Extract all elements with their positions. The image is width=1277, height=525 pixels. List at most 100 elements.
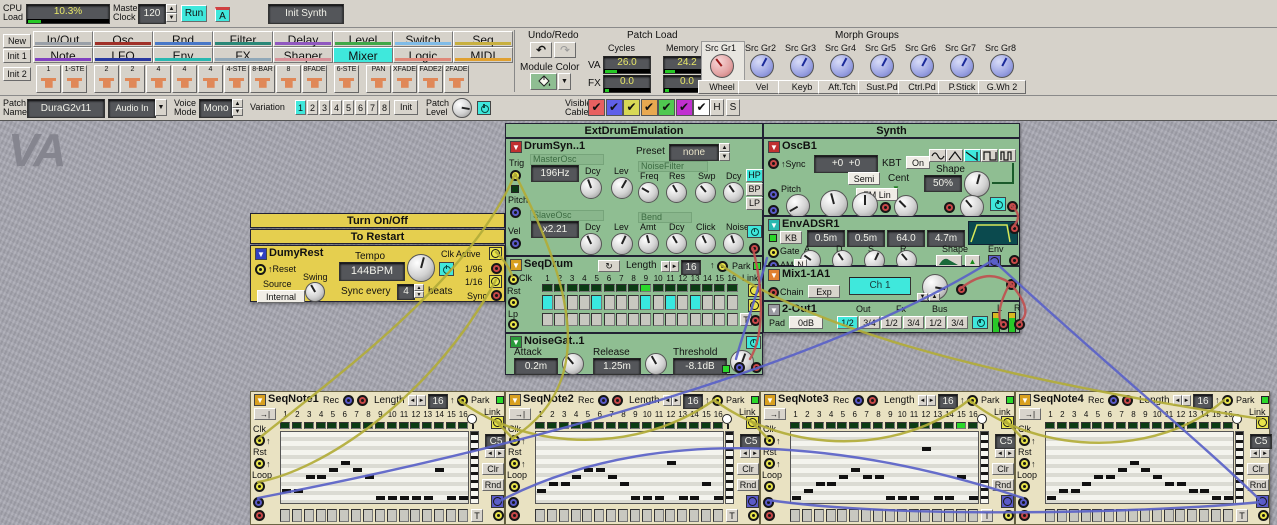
channel-display[interactable]: Ch 1 [849, 277, 911, 295]
note-step[interactable] [679, 496, 688, 500]
variation-3[interactable]: 3 [319, 100, 330, 115]
note-step[interactable] [1177, 482, 1186, 486]
tab-midi[interactable]: MIDI [453, 47, 513, 63]
tab-note[interactable]: Note [33, 47, 93, 63]
module-menu-icon[interactable]: ▼ [510, 259, 522, 271]
note-step[interactable] [1130, 461, 1139, 465]
module-menu-icon[interactable]: ▼ [768, 269, 780, 281]
note-step[interactable] [435, 468, 444, 472]
variation-7[interactable]: 7 [367, 100, 378, 115]
module-menu-icon[interactable]: ▼ [764, 394, 776, 406]
cable-toggle-1[interactable]: ✔ [588, 99, 605, 116]
note-step[interactable] [572, 475, 581, 479]
gate-step-cell[interactable] [837, 509, 847, 522]
oscb-output-connector[interactable] [1007, 201, 1018, 212]
gate-input-connector[interactable] [768, 247, 779, 258]
length-decrement[interactable]: ◄ [408, 395, 417, 406]
note-output-connector[interactable] [763, 497, 774, 508]
module-oscb[interactable]: ▼ OscB1 ↑Sync +0 +0 KBT On Semi Cent ▼ F… [763, 138, 1020, 216]
octave-scroll-handle[interactable] [722, 414, 732, 424]
length-increment[interactable]: ► [670, 261, 679, 272]
module-seqnote-1[interactable]: ▼SeqNote1RecLength◄►16↑Park→|12345678910… [250, 391, 505, 525]
module-seqdrum[interactable]: ▼ SeqDrum ↻ Length ◄ ► 16 ↑ Park Clk Rst… [505, 256, 763, 333]
trig-step-cell[interactable] [604, 295, 615, 310]
gate-step-cell[interactable] [606, 509, 616, 522]
mix-up-button[interactable]: ▲ [929, 293, 940, 301]
note-step[interactable] [690, 496, 699, 500]
note-step[interactable] [596, 468, 605, 472]
octave-scroll-handle[interactable] [467, 414, 477, 424]
transpose-display[interactable]: C5 [740, 434, 762, 449]
gate-step-cell[interactable] [968, 509, 978, 522]
cable-toggle-3[interactable]: ✔ [623, 99, 640, 116]
note-step[interactable] [1082, 482, 1091, 486]
note-step[interactable] [459, 496, 468, 500]
rst-input-connector[interactable] [1019, 458, 1030, 469]
gate-step-cell[interactable] [363, 509, 373, 522]
group-header-extdrumemulation[interactable]: ExtDrumEmulation [505, 123, 763, 138]
gate-input-connector[interactable] [254, 510, 265, 521]
length-increment[interactable]: ► [672, 395, 681, 406]
gate-output-connector[interactable] [1258, 510, 1269, 521]
palette-module-fade2[interactable]: FADE2 [418, 65, 443, 93]
note-step[interactable] [1165, 482, 1174, 486]
cable-hide-button[interactable]: H [710, 99, 724, 116]
random-button[interactable]: Rnd [737, 479, 759, 491]
transpose-decrement[interactable]: ◄ [485, 449, 495, 458]
gate-step-cell[interactable] [1128, 509, 1138, 522]
transpose-decrement[interactable]: ◄ [740, 449, 750, 458]
module-drumsyn[interactable]: ▼ DrumSyn..1 Trig MasterOsc 196Hz Dcy Le… [505, 138, 763, 256]
nf-res-knob[interactable] [666, 182, 687, 203]
tab-level[interactable]: Level [333, 31, 393, 47]
mix-down-button[interactable]: ▼ [917, 293, 928, 301]
clear-button[interactable]: Clr [1247, 463, 1269, 475]
noisegate-output-connector[interactable] [751, 362, 762, 373]
shape-mod-connector[interactable] [944, 202, 955, 213]
exp-button[interactable]: Exp [808, 285, 840, 298]
palette-module-8[interactable]: 8 [276, 65, 301, 93]
trig-step-cell[interactable] [702, 295, 713, 310]
accent-step-cell[interactable] [640, 313, 651, 326]
note-step[interactable] [655, 496, 664, 500]
note-step[interactable] [827, 482, 836, 486]
bend-amt-knob[interactable] [638, 233, 659, 254]
gate-step-cell[interactable] [410, 509, 420, 522]
drumsyn-output-connector[interactable] [749, 243, 760, 254]
tab-delay[interactable]: Delay [273, 31, 333, 47]
init-synth-display[interactable]: Init Synth [268, 4, 344, 24]
rst-input-connector[interactable] [509, 458, 520, 469]
note-step[interactable] [1059, 489, 1068, 493]
tab-filter[interactable]: Filter [213, 31, 273, 47]
palette-module-4[interactable]: 4 [172, 65, 197, 93]
link-connector[interactable] [746, 416, 759, 429]
park-connector[interactable] [712, 395, 723, 406]
module-menu-icon[interactable]: ▼ [768, 141, 780, 153]
note-step[interactable] [561, 482, 570, 486]
module-mix[interactable]: ▼ Mix1-1A1 Chain Exp Ch 1 ▼ ▲ [763, 266, 1020, 301]
accent-step-cell[interactable] [665, 313, 676, 326]
out-left-connector[interactable] [998, 319, 1009, 330]
palette-module-4-ste[interactable]: 4-STE [224, 65, 249, 93]
morph-knob-7[interactable] [950, 54, 974, 78]
env-audio-output-connector[interactable] [1009, 255, 1020, 266]
note-step[interactable] [376, 496, 385, 500]
pitch-input-connector-1[interactable] [768, 189, 779, 200]
module-color-button[interactable] [530, 73, 557, 90]
morph-knob-4[interactable] [830, 54, 854, 78]
gate-step-cell[interactable] [399, 509, 409, 522]
rec-note-connector[interactable] [853, 395, 864, 406]
clock-a-button[interactable]: A [215, 7, 230, 22]
kbt-on-button[interactable]: On [906, 156, 930, 169]
noise-knob[interactable] [723, 233, 744, 254]
attack-display[interactable]: 0.2m [514, 358, 558, 375]
morph-knob-6[interactable] [910, 54, 934, 78]
gate-step-cell[interactable] [861, 509, 871, 522]
master-lev-knob[interactable] [611, 177, 633, 199]
link-connector[interactable] [1001, 416, 1014, 429]
note-step[interactable] [341, 461, 350, 465]
module-seqnote-3[interactable]: ▼SeqNote3RecLength◄►16↑Park→|12345678910… [760, 391, 1015, 525]
gate-output-connector[interactable] [748, 510, 759, 521]
rec-note-connector[interactable] [598, 395, 609, 406]
rst-input-connector[interactable] [508, 297, 519, 308]
variation-2[interactable]: 2 [307, 100, 318, 115]
